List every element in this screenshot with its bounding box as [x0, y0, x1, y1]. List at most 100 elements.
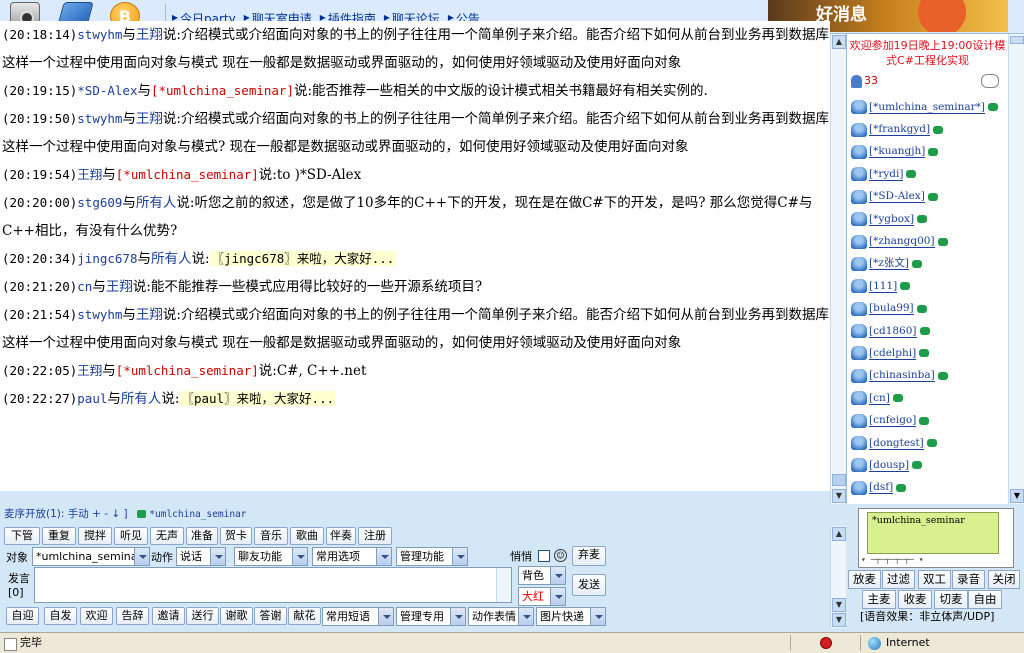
- user-name[interactable]: [dsf]: [869, 481, 894, 495]
- quick-button-5[interactable]: 送行: [186, 607, 219, 625]
- mic-button2-2[interactable]: 切麦: [934, 590, 968, 609]
- user-name[interactable]: [chinasinba]: [869, 369, 935, 383]
- message-sender[interactable]: 王翔: [77, 167, 102, 182]
- toolbar-button-7[interactable]: 音乐: [254, 527, 288, 545]
- message-recipient[interactable]: [*umlchina_seminar]: [151, 83, 294, 98]
- message-recipient[interactable]: 王翔: [136, 111, 163, 127]
- action-emotes-select[interactable]: 动作表情: [468, 607, 534, 626]
- user-list-item[interactable]: [cd1860]: [851, 320, 1007, 342]
- message-recipient[interactable]: 所有人: [151, 251, 192, 267]
- toolbar-button-3[interactable]: 听见: [114, 527, 148, 545]
- scroll-down-icon[interactable]: ▼: [832, 489, 846, 503]
- quiet-checkbox[interactable]: [538, 550, 550, 562]
- scroll-up-icon[interactable]: ▲: [832, 35, 846, 49]
- message-sender[interactable]: 王翔: [77, 363, 102, 378]
- user-list-item[interactable]: [dousp]: [851, 454, 1007, 476]
- control-scrollbar[interactable]: ▲ ▼ ▼: [830, 526, 846, 628]
- mic-button-3[interactable]: 录音: [952, 570, 985, 589]
- message-recipient[interactable]: [*umlchina_seminar]: [116, 363, 259, 378]
- discard-mic-button[interactable]: 弃麦: [572, 546, 606, 566]
- user-name[interactable]: [*ygbox]: [869, 213, 915, 226]
- user-list-item[interactable]: [*zhangq00]: [851, 230, 1007, 252]
- quick-button-3[interactable]: 告辞: [116, 607, 149, 625]
- quick-button-1[interactable]: 自发: [44, 607, 77, 625]
- scroll-down-icon[interactable]: ▼: [1010, 489, 1024, 503]
- admin-only-select[interactable]: 管理专用: [396, 607, 466, 626]
- message-recipient[interactable]: 王翔: [136, 27, 163, 43]
- user-list-item[interactable]: [dsf]: [851, 477, 1007, 499]
- toolbar-button-6[interactable]: 贺卡: [220, 527, 252, 545]
- user-list-item[interactable]: [111]: [851, 275, 1007, 297]
- message-sender[interactable]: paul: [77, 391, 107, 406]
- message-sender[interactable]: stwyhm: [77, 111, 122, 126]
- mic-button2-1[interactable]: 收麦: [898, 590, 932, 609]
- quick-button-7[interactable]: 答谢: [254, 607, 287, 625]
- toolbar-button-8[interactable]: 歌曲: [290, 527, 324, 545]
- message-recipient[interactable]: 王翔: [136, 307, 163, 323]
- user-name[interactable]: [cdelphi]: [869, 347, 917, 360]
- user-name[interactable]: [*umlchina_seminar*]: [869, 101, 986, 114]
- user-name[interactable]: [111]: [869, 280, 898, 293]
- message-recipient[interactable]: [*umlchina_seminar]: [116, 167, 259, 182]
- scroll-thumb[interactable]: [832, 474, 846, 486]
- message-input[interactable]: [34, 567, 512, 603]
- user-name[interactable]: [*frankgyd]: [869, 123, 931, 137]
- scroll-up-icon[interactable]: ▲: [832, 527, 846, 541]
- scroll-down-icon[interactable]: ▼: [832, 598, 846, 612]
- user-name[interactable]: [*SD-Alex]: [869, 190, 925, 204]
- message-sender[interactable]: stg609: [77, 195, 122, 210]
- user-list-item[interactable]: [*kuangjh]: [851, 141, 1007, 163]
- user-list-item[interactable]: [bula99]: [851, 298, 1007, 320]
- mic-button-2[interactable]: 双工: [918, 570, 951, 589]
- toolbar-button-0[interactable]: 下管: [4, 527, 40, 545]
- quick-button-8[interactable]: 献花: [288, 607, 321, 625]
- message-recipient[interactable]: 所有人: [136, 195, 177, 211]
- mic-mode[interactable]: 麦序开放(1): 手动 + - ↓ ]: [4, 508, 128, 520]
- user-list-item[interactable]: [dongtest]: [851, 432, 1007, 454]
- user-name[interactable]: [dousp]: [869, 459, 910, 472]
- user-list-item[interactable]: [*umlchina_seminar*]: [851, 96, 1007, 118]
- scroll-down-icon[interactable]: ▼: [832, 613, 846, 627]
- user-list-item[interactable]: [*SD-Alex]: [851, 186, 1007, 208]
- message-sender[interactable]: cn: [77, 279, 92, 294]
- mic-button-0[interactable]: 放麦: [848, 570, 881, 589]
- message-sender[interactable]: stwyhm: [77, 307, 122, 322]
- message-sender[interactable]: *SD-Alex: [77, 83, 137, 98]
- user-list-item[interactable]: [cdelphi]: [851, 342, 1007, 364]
- common-options-select[interactable]: 常用选项: [312, 547, 392, 566]
- chat-scrollbar[interactable]: ▲ ▼: [830, 34, 846, 504]
- quick-button-6[interactable]: 谢歌: [220, 607, 253, 625]
- toolbar-button-2[interactable]: 搅拌: [78, 527, 112, 545]
- user-name[interactable]: [*kuangjh]: [869, 145, 926, 159]
- user-name[interactable]: [bula99]: [869, 302, 914, 316]
- volume-slider[interactable]: ▾ ─┬─┬─┬─┬─ ▾: [861, 555, 1009, 565]
- chat-log[interactable]: (20:18:14)stwyhm与王翔说:介绍模式或介绍面向对象的书上的例子往往…: [0, 21, 830, 491]
- user-name[interactable]: [cnfeigo]: [869, 414, 917, 428]
- quick-button-4[interactable]: 邀请: [152, 607, 185, 625]
- chat-bubble-icon[interactable]: [981, 74, 999, 88]
- smiley-icon[interactable]: ☺: [554, 549, 567, 562]
- toolbar-button-1[interactable]: 重复: [42, 527, 76, 545]
- admin-func-select[interactable]: 管理功能: [396, 547, 468, 566]
- toolbar-button-5[interactable]: 准备: [186, 527, 218, 545]
- user-name[interactable]: [cd1860]: [869, 325, 917, 338]
- toolbar-button-9[interactable]: 伴奏: [326, 527, 356, 545]
- user-name[interactable]: [*zhangq00]: [869, 235, 935, 249]
- text-color-select[interactable]: 大红: [518, 587, 566, 606]
- quick-button-0[interactable]: 自迎: [6, 607, 39, 625]
- user-list-item[interactable]: [*rydi]: [851, 163, 1007, 185]
- friend-func-select[interactable]: 聊友功能: [234, 547, 308, 566]
- user-name[interactable]: [cn]: [869, 392, 890, 405]
- user-list-item[interactable]: [chinasinba]: [851, 365, 1007, 387]
- user-list-item[interactable]: [*frankgyd]: [851, 118, 1007, 140]
- message-sender[interactable]: jingc678: [77, 251, 137, 266]
- user-list-item[interactable]: [*z张文]: [851, 253, 1007, 275]
- user-list-item[interactable]: [cn]: [851, 387, 1007, 409]
- toolbar-button-4[interactable]: 无声: [150, 527, 184, 545]
- send-button[interactable]: 发送: [572, 574, 606, 596]
- toolbar-button-10[interactable]: 注册: [358, 527, 392, 545]
- mic-button2-3[interactable]: 自由: [968, 590, 1002, 609]
- user-list-scrollbar[interactable]: ▼: [1008, 34, 1024, 504]
- popup-blocked-icon[interactable]: [820, 637, 832, 649]
- user-list-item[interactable]: [cnfeigo]: [851, 409, 1007, 431]
